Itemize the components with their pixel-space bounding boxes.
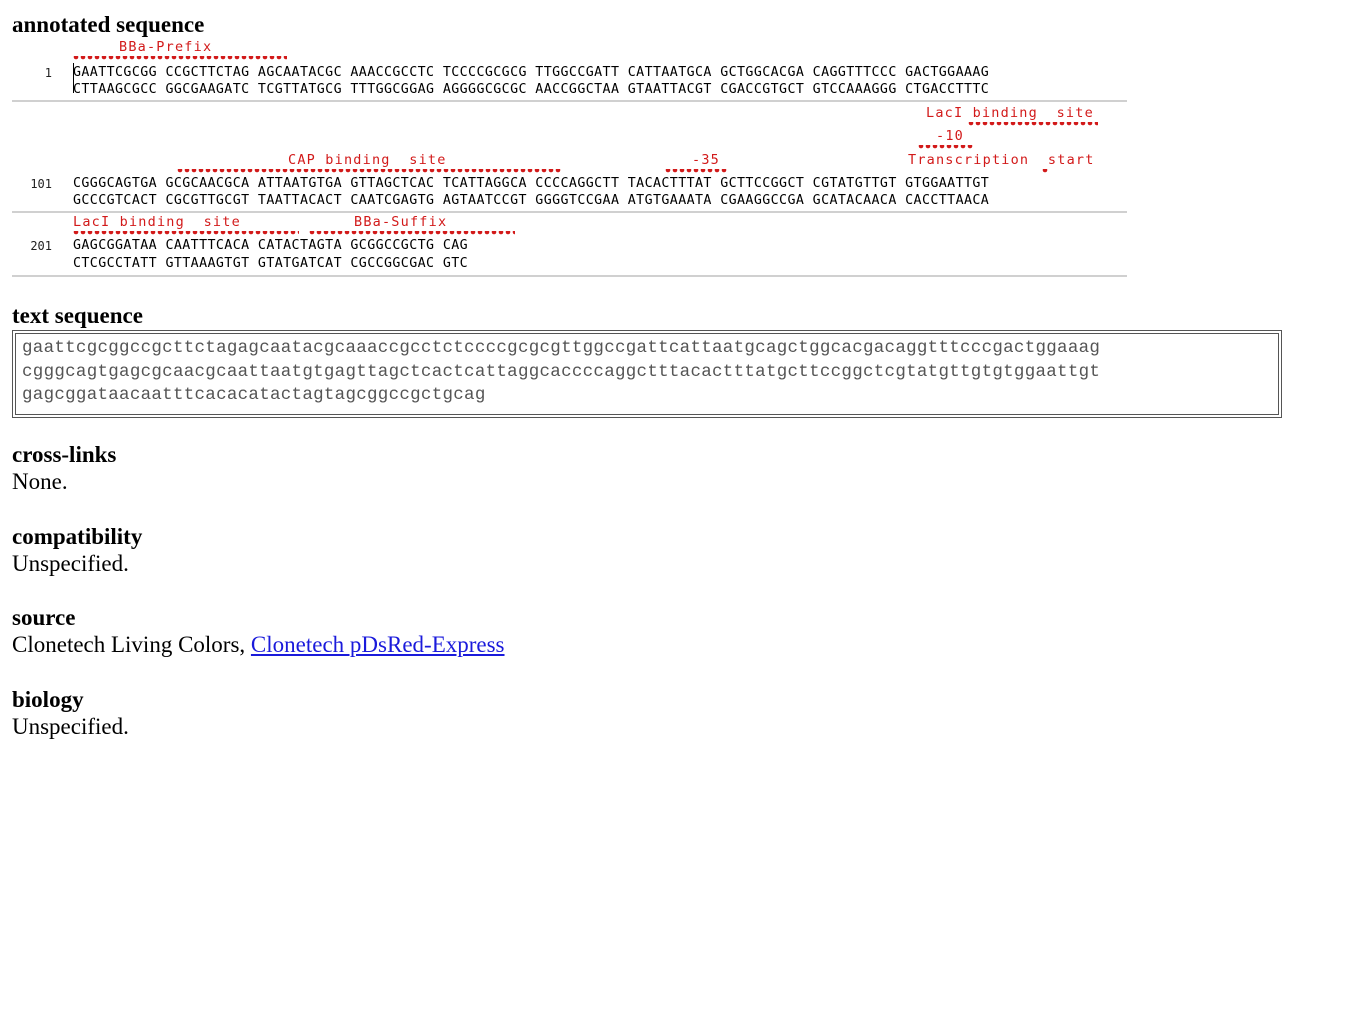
reverse-strand: CTCGCCTATT GTTAAAGTGT GTATGATCAT CGCCGGC… <box>73 256 469 271</box>
biology-value: Unspecified. <box>12 714 129 739</box>
sequence-block-101: LacI binding site -10 CAP binding site -… <box>12 102 1127 213</box>
source-heading: source <box>12 605 76 630</box>
block-separator <box>12 275 1127 277</box>
annotation-bar-transcription-start[interactable] <box>1042 169 1049 175</box>
sequence-position-number: 201 <box>30 239 52 253</box>
annotation-label-bba-prefix[interactable]: BBa-Prefix <box>119 39 212 55</box>
forward-strand: GAATTCGCGG CCGCTTCTAG AGCAATACGC AAACCGC… <box>73 65 990 80</box>
biology-heading: biology <box>12 687 84 712</box>
reverse-strand: GCCCGTCACT CGCGTTGCGT TAATTACACT CAATCGA… <box>73 193 990 208</box>
sequence-viewer[interactable]: BBa-Prefix 1 GAATTCGCGG CCGCTTCTAG AGCAA… <box>12 38 1127 278</box>
annotation-bar-bba-prefix[interactable] <box>73 56 287 62</box>
sequence-block-1: BBa-Prefix 1 GAATTCGCGG CCGCTTCTAG AGCAA… <box>12 38 1127 102</box>
text-sequence-line: cgggcagtgagcgcaacgcaattaatgtgagttagctcac… <box>22 361 1101 382</box>
compatibility-section: compatibility Unspecified. <box>12 524 142 578</box>
source-link[interactable]: Clonetech pDsRed-Express <box>251 632 505 657</box>
text-sequence-line: gagcggataacaatttcacacatactagtagcggccgctg… <box>22 385 486 405</box>
annotation-label-minus-35[interactable]: -35 <box>692 152 720 168</box>
annotation-label-cap-binding-site[interactable]: CAP binding site <box>288 152 447 168</box>
sequence-block-201: LacI binding site BBa-Suffix 201 GAGCGGA… <box>12 212 1127 278</box>
annotation-label-laci-binding-site-2[interactable]: LacI binding site <box>73 214 241 230</box>
cross-links-value: None. <box>12 469 68 494</box>
sequence-position-number: 1 <box>44 66 52 80</box>
reverse-strand: CTTAAGCGCC GGCGAAGATC TCGTTATGCG TTTGGCG… <box>73 82 990 97</box>
text-sequence-textarea[interactable]: gaattcgcggccgcttctagagcaatacgcaaaccgcctc… <box>15 333 1279 415</box>
text-sequence-line: gaattcgcggccgcttctagagcaatacgcaaaccgcctc… <box>22 338 1101 358</box>
forward-strand: CGGGCAGTGA GCGCAACGCA ATTAATGTGA GTTAGCT… <box>73 176 990 191</box>
annotation-bar-minus-10[interactable] <box>918 145 974 151</box>
source-value: Clonetech Living Colors, Clonetech pDsRe… <box>12 631 505 659</box>
cross-links-section: cross-links None. <box>12 442 116 496</box>
annotation-label-laci-binding-site[interactable]: LacI binding site <box>926 105 1094 121</box>
text-sequence-heading: text sequence <box>12 303 143 328</box>
compatibility-heading: compatibility <box>12 524 143 549</box>
annotated-sequence-heading: annotated sequence <box>12 12 205 37</box>
annotation-label-transcription-start[interactable]: Transcription start <box>908 152 1095 168</box>
compatibility-value: Unspecified. <box>12 551 129 576</box>
sequence-position-number: 101 <box>30 177 52 191</box>
annotation-label-minus-10[interactable]: -10 <box>936 128 964 144</box>
biology-section: biology Unspecified. <box>12 687 129 741</box>
text-sequence-box[interactable]: gaattcgcggccgcttctagagcaatacgcaaaccgcctc… <box>12 330 1282 418</box>
forward-strand: GAGCGGATAA CAATTTCACA CATACTAGTA GCGGCCG… <box>73 238 469 253</box>
source-text: Clonetech Living Colors, <box>12 632 251 657</box>
source-section: source Clonetech Living Colors, Clonetec… <box>12 605 505 659</box>
annotation-label-bba-suffix[interactable]: BBa-Suffix <box>354 214 447 230</box>
cross-links-heading: cross-links <box>12 442 117 467</box>
annotation-bar-laci-binding-site[interactable] <box>968 122 1098 128</box>
